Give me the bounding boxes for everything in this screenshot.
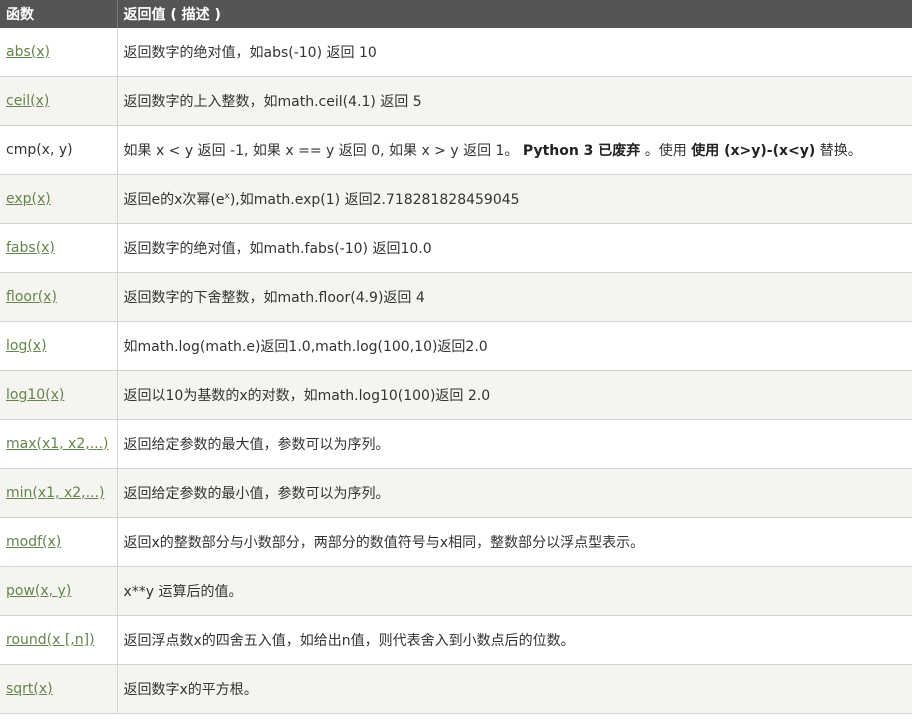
table-row: sqrt(x) 返回数字x的平方根。 [0, 664, 912, 714]
table-row: max(x1, x2,...) 返回给定参数的最大值，参数可以为序列。 [0, 419, 912, 469]
function-description: x**y 运算后的值。 [117, 566, 912, 616]
function-description: 返回数字的绝对值，如abs(-10) 返回 10 [117, 28, 912, 77]
function-link-log[interactable]: log(x) [6, 338, 47, 354]
function-description: 返回数字x的平方根。 [117, 664, 912, 714]
function-link-exp[interactable]: exp(x) [6, 191, 51, 207]
function-description: 返回浮点数x的四舍五入值，如给出n值，则代表舍入到小数点后的位数。 [117, 615, 912, 665]
function-link-round[interactable]: round(x [,n]) [6, 632, 95, 648]
function-link-modf[interactable]: modf(x) [6, 534, 61, 550]
table-row: pow(x, y) x**y 运算后的值。 [0, 566, 912, 616]
function-description: 返回e的x次幂(ex),如math.exp(1) 返回2.71828182845… [117, 174, 912, 224]
function-link-floor[interactable]: floor(x) [6, 289, 57, 305]
table-row: ceil(x) 返回数字的上入整数，如math.ceil(4.1) 返回 5 [0, 76, 912, 126]
table-row: abs(x) 返回数字的绝对值，如abs(-10) 返回 10 [0, 28, 912, 77]
function-link-max[interactable]: max(x1, x2,...) [6, 436, 109, 452]
table-row: log10(x) 返回以10为基数的x的对数，如math.log10(100)返… [0, 370, 912, 420]
function-description: 返回数字的上入整数，如math.ceil(4.1) 返回 5 [117, 76, 912, 126]
table-row: modf(x) 返回x的整数部分与小数部分，两部分的数值符号与x相同，整数部分以… [0, 517, 912, 567]
function-description: 返回给定参数的最小值，参数可以为序列。 [117, 468, 912, 518]
table-row: fabs(x) 返回数字的绝对值，如math.fabs(-10) 返回10.0 [0, 223, 912, 273]
function-name-cmp: cmp(x, y) [6, 142, 73, 158]
math-functions-table: 函数 返回值 ( 描述 ) abs(x) 返回数字的绝对值，如abs(-10) … [0, 0, 912, 714]
function-link-sqrt[interactable]: sqrt(x) [6, 681, 53, 697]
table-row: min(x1, x2,...) 返回给定参数的最小值，参数可以为序列。 [0, 468, 912, 518]
function-description: 返回给定参数的最大值，参数可以为序列。 [117, 419, 912, 469]
cmp-desc-use: 。使用 [640, 143, 692, 159]
cmp-desc-replace: 替换。 [815, 143, 862, 159]
deprecated-note: Python 3 已废弃 [522, 143, 641, 159]
function-link-log10[interactable]: log10(x) [6, 387, 64, 403]
function-link-ceil[interactable]: ceil(x) [6, 93, 49, 109]
function-link-pow[interactable]: pow(x, y) [6, 583, 71, 599]
function-description: 返回数字的绝对值，如math.fabs(-10) 返回10.0 [117, 223, 912, 273]
exp-desc-rest: ),如math.exp(1) 返回2.718281828459045 [229, 192, 520, 208]
cmp-desc-text: 如果 x < y 返回 -1, 如果 x == y 返回 0, 如果 x > y… [123, 143, 523, 159]
header-function: 函数 [0, 0, 118, 28]
header-return-value: 返回值 ( 描述 ) [117, 0, 912, 28]
table-row: floor(x) 返回数字的下舍整数，如math.floor(4.9)返回 4 [0, 272, 912, 322]
table-row: round(x [,n]) 返回浮点数x的四舍五入值，如给出n值，则代表舍入到小… [0, 615, 912, 665]
function-link-fabs[interactable]: fabs(x) [6, 240, 55, 256]
function-description: 返回x的整数部分与小数部分，两部分的数值符号与x相同，整数部分以浮点型表示。 [117, 517, 912, 567]
exp-desc-text: 返回e的x次幂(e [123, 192, 225, 208]
table-row: log(x) 如math.log(math.e)返回1.0,math.log(1… [0, 321, 912, 371]
function-description: 返回以10为基数的x的对数，如math.log10(100)返回 2.0 [117, 370, 912, 420]
table-row: cmp(x, y) 如果 x < y 返回 -1, 如果 x == y 返回 0… [0, 125, 912, 175]
function-description: 如果 x < y 返回 -1, 如果 x == y 返回 0, 如果 x > y… [117, 125, 912, 175]
table-row: exp(x) 返回e的x次幂(ex),如math.exp(1) 返回2.7182… [0, 174, 912, 224]
function-description: 如math.log(math.e)返回1.0,math.log(100,10)返… [117, 321, 912, 371]
function-description: 返回数字的下舍整数，如math.floor(4.9)返回 4 [117, 272, 912, 322]
table-header-row: 函数 返回值 ( 描述 ) [0, 0, 912, 28]
function-link-min[interactable]: min(x1, x2,...) [6, 485, 104, 501]
function-link-abs[interactable]: abs(x) [6, 44, 50, 60]
replacement-expression: 使用 (x>y)-(x<y) [691, 143, 816, 159]
